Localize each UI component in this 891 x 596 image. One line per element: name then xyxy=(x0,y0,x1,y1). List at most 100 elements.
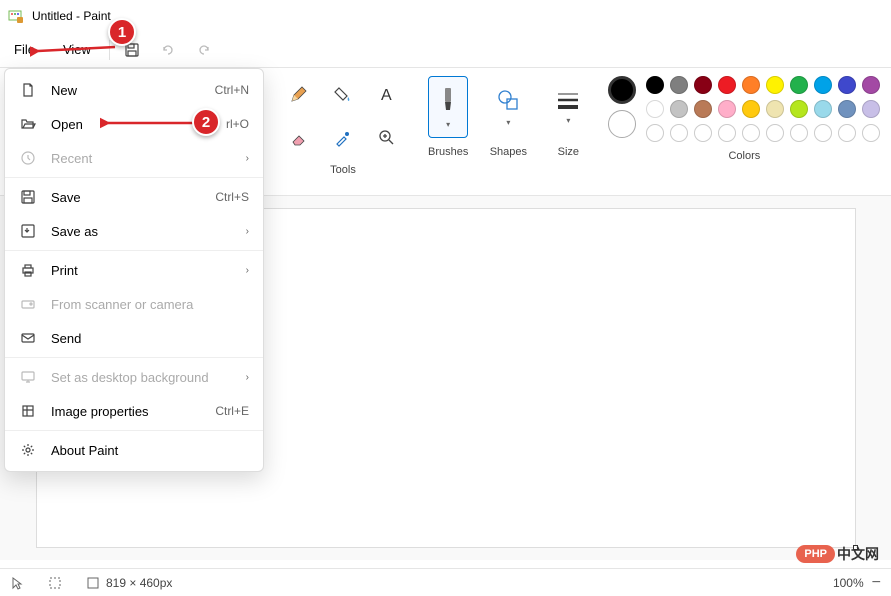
chevron-down-icon: ▾ xyxy=(506,118,510,127)
color-swatch-empty[interactable] xyxy=(814,124,832,142)
menu-item-shortcut: rl+O xyxy=(226,117,249,131)
magnifier-tool[interactable] xyxy=(369,120,405,156)
ribbon-group-tools: A Tools xyxy=(268,76,418,176)
window-title: Untitled - Paint xyxy=(32,9,111,23)
desktop-icon xyxy=(19,368,37,386)
fill-tool[interactable] xyxy=(325,76,361,112)
save-icon xyxy=(19,188,37,206)
color-swatch[interactable] xyxy=(790,100,808,118)
redo-button[interactable] xyxy=(186,34,222,66)
ribbon-label: Tools xyxy=(330,164,356,176)
color-swatch[interactable] xyxy=(670,100,688,118)
menu-item-about[interactable]: About Paint xyxy=(5,433,263,467)
color-swatch[interactable] xyxy=(718,76,736,94)
menu-item-label: About Paint xyxy=(51,443,249,458)
color-swatch[interactable] xyxy=(838,100,856,118)
shapes-button[interactable]: ▾ xyxy=(488,76,528,138)
menu-item-label: From scanner or camera xyxy=(51,297,249,312)
undo-button[interactable] xyxy=(150,34,186,66)
menu-item-new[interactable]: New Ctrl+N xyxy=(5,73,263,107)
pencil-tool[interactable] xyxy=(281,76,317,112)
color-swatch[interactable] xyxy=(766,100,784,118)
selection-size xyxy=(48,576,62,590)
color-swatch-empty[interactable] xyxy=(742,124,760,142)
ribbon-group-shapes: ▾ Shapes xyxy=(478,76,538,158)
color-swatch[interactable] xyxy=(814,100,832,118)
chevron-right-icon: › xyxy=(246,372,249,383)
color-swatch-empty[interactable] xyxy=(838,124,856,142)
menu-item-send[interactable]: Send xyxy=(5,321,263,355)
menu-separator xyxy=(5,357,263,358)
menu-separator xyxy=(5,177,263,178)
eyedropper-tool[interactable] xyxy=(325,120,361,156)
color-swatch-empty[interactable] xyxy=(862,124,880,142)
color-swatch-empty[interactable] xyxy=(790,124,808,142)
paint-app-icon xyxy=(8,8,24,24)
scanner-icon xyxy=(19,295,37,313)
menu-item-label: Save as xyxy=(51,224,232,239)
eraser-tool[interactable] xyxy=(281,120,317,156)
annotation-2: 2 xyxy=(192,108,220,136)
zoom-out-button[interactable]: − xyxy=(872,574,881,592)
size-button[interactable]: ▾ xyxy=(548,76,588,138)
color-swatch[interactable] xyxy=(694,76,712,94)
zoom-control: 100% − xyxy=(833,574,881,592)
menu-item-label: New xyxy=(51,83,201,98)
menu-separator xyxy=(5,430,263,431)
clock-icon xyxy=(19,149,37,167)
color-swatch[interactable] xyxy=(718,100,736,118)
chevron-right-icon: › xyxy=(246,265,249,276)
zoom-level: 100% xyxy=(833,576,864,590)
watermark-text: 中文网 xyxy=(837,544,879,564)
annotation-badge: 1 xyxy=(108,18,136,46)
ribbon-group-colors: Colors xyxy=(598,76,890,162)
cursor-position xyxy=(10,576,24,590)
color-swatch-empty[interactable] xyxy=(694,124,712,142)
color-swatch[interactable] xyxy=(862,100,880,118)
color-swatch[interactable] xyxy=(742,76,760,94)
annotation-badge: 2 xyxy=(192,108,220,136)
canvas-dimensions: 819 × 460px xyxy=(86,576,172,590)
menu-item-scanner: From scanner or camera xyxy=(5,287,263,321)
menu-item-save[interactable]: Save Ctrl+S xyxy=(5,180,263,214)
chevron-down-icon: ▾ xyxy=(446,120,450,129)
ribbon-label: Brushes xyxy=(428,146,468,158)
chevron-right-icon: › xyxy=(246,226,249,237)
menu-item-print[interactable]: Print › xyxy=(5,253,263,287)
print-icon xyxy=(19,261,37,279)
color-swatch[interactable] xyxy=(646,100,664,118)
menu-item-desktop: Set as desktop background › xyxy=(5,360,263,394)
color-swatch[interactable] xyxy=(862,76,880,94)
color-swatch[interactable] xyxy=(838,76,856,94)
ribbon-label: Colors xyxy=(728,150,760,162)
menu-item-properties[interactable]: Image properties Ctrl+E xyxy=(5,394,263,428)
color-swatch[interactable] xyxy=(646,76,664,94)
text-tool[interactable]: A xyxy=(369,76,405,112)
chevron-right-icon: › xyxy=(246,153,249,164)
color-swatch[interactable] xyxy=(766,76,784,94)
secondary-color[interactable] xyxy=(608,110,636,138)
color-swatch[interactable] xyxy=(742,100,760,118)
color-swatch-empty[interactable] xyxy=(646,124,664,142)
brushes-button[interactable]: ▾ xyxy=(428,76,468,138)
send-icon xyxy=(19,329,37,347)
annotation-arrow-1 xyxy=(30,41,120,61)
svg-text:A: A xyxy=(381,87,392,104)
open-folder-icon xyxy=(19,115,37,133)
menu-item-label: Set as desktop background xyxy=(51,370,232,385)
color-swatch-empty[interactable] xyxy=(718,124,736,142)
annotation-arrow-2 xyxy=(100,113,200,133)
color-swatch-empty[interactable] xyxy=(670,124,688,142)
menu-item-label: Print xyxy=(51,263,232,278)
primary-color[interactable] xyxy=(608,76,636,104)
color-swatch-empty[interactable] xyxy=(766,124,784,142)
menu-item-label: Save xyxy=(51,190,201,205)
color-swatch[interactable] xyxy=(694,100,712,118)
annotation-1: 1 xyxy=(108,18,136,46)
color-swatch[interactable] xyxy=(790,76,808,94)
color-swatch[interactable] xyxy=(670,76,688,94)
saveas-icon xyxy=(19,222,37,240)
color-swatch[interactable] xyxy=(814,76,832,94)
menu-item-recent: Recent › xyxy=(5,141,263,175)
menu-item-saveas[interactable]: Save as › xyxy=(5,214,263,248)
